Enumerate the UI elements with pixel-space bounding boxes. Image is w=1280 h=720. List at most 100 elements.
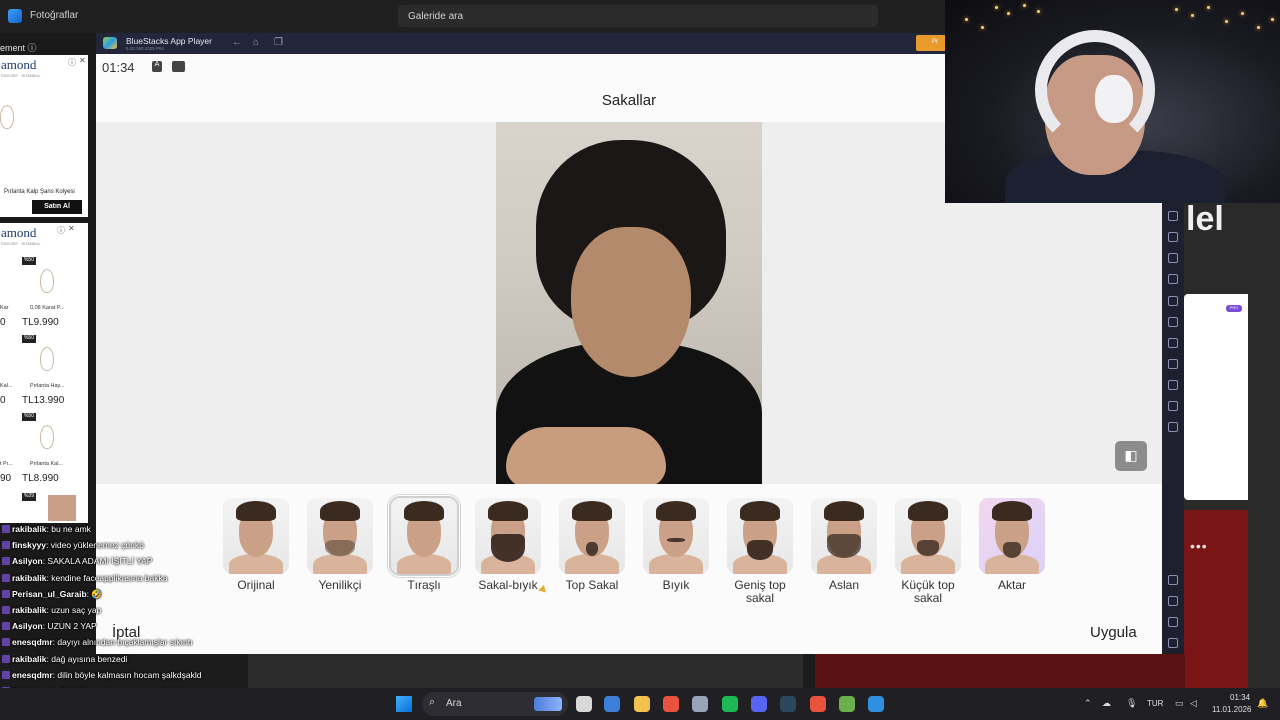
- ad-item-label: Pırlanta Hay...: [30, 383, 65, 389]
- apply-button[interactable]: Uygula: [1090, 624, 1137, 641]
- ad-banner-products[interactable]: amond DSDORF · İSTANBUL ⓘ ✕ %50 Kar 0,08…: [0, 223, 88, 523]
- compare-button[interactable]: ◧: [1115, 441, 1147, 471]
- language-indicator[interactable]: TUR: [1147, 699, 1163, 708]
- light-bulb: [965, 18, 968, 21]
- background-heading: lel: [1186, 200, 1224, 238]
- edited-photo[interactable]: [496, 122, 762, 484]
- thumbnail-beard: [827, 534, 861, 558]
- clock-date[interactable]: 11.01.2026: [1212, 705, 1251, 714]
- beard-style-thumbnail: [727, 498, 793, 574]
- folder-icon: [172, 61, 185, 72]
- chat-message: rakibalik: uzun saç yap: [2, 605, 101, 615]
- toolbar-screenshot-icon[interactable]: [1168, 232, 1178, 242]
- pendant-image: [40, 425, 54, 449]
- microphone-icon[interactable]: 🎙: [1126, 698, 1137, 709]
- toolbar-back-icon[interactable]: [1168, 596, 1178, 606]
- thumbnail-hair: [908, 501, 948, 521]
- chat-username: enesqdmr: [12, 637, 53, 648]
- light-bulb: [1007, 12, 1010, 15]
- ad-item-label: Pırlanta Kal...: [30, 461, 64, 467]
- beard-style-option[interactable]: Yenilikçi: [300, 498, 380, 592]
- light-bulb: [1257, 26, 1260, 29]
- steam-icon[interactable]: [780, 696, 796, 712]
- toolbar-settings-icon[interactable]: [1168, 575, 1178, 585]
- ad-close-icon[interactable]: ✕: [79, 56, 86, 65]
- ad-info-icon[interactable]: ⓘ: [68, 57, 76, 68]
- chat-username: rakibalik: [12, 572, 47, 583]
- back-icon[interactable]: ←: [232, 37, 242, 48]
- thumbnail-neck: [313, 554, 367, 574]
- beard-style-option[interactable]: Aktar: [972, 498, 1052, 592]
- recent-apps-icon[interactable]: ❐: [274, 37, 283, 48]
- beard-style-thumbnail: [643, 498, 709, 574]
- home-icon[interactable]: ⌂: [253, 37, 259, 48]
- cloud-icon[interactable]: ☁: [1102, 698, 1111, 709]
- toolbar-media-icon[interactable]: [1168, 274, 1178, 284]
- toolbar-home-icon[interactable]: [1168, 617, 1178, 627]
- start-button-icon[interactable]: [396, 696, 412, 712]
- toolbar-macro-icon[interactable]: [1168, 211, 1178, 221]
- twitch-badge-icon: [2, 557, 10, 566]
- spotify-icon[interactable]: [722, 696, 738, 712]
- beard-style-option[interactable]: Geniş top sakal: [720, 498, 800, 605]
- beard-style-option[interactable]: Bıyık: [636, 498, 716, 592]
- thumbnail-hair: [488, 501, 528, 521]
- chat-message: Asilyon: SAKALA ADAMI İŞİTLİ YAP: [2, 556, 152, 566]
- beard-style-option[interactable]: Tıraşlı: [384, 496, 464, 592]
- toolbar-recents-icon[interactable]: [1168, 638, 1178, 648]
- gallery-search-input[interactable]: Galeride ara: [398, 5, 878, 27]
- taskbar-search[interactable]: ⌕ Ara: [422, 692, 568, 716]
- buy-button[interactable]: Satın Al: [32, 200, 82, 214]
- twitch-badge-icon: [2, 670, 10, 679]
- toolbar-sync-icon[interactable]: [1168, 401, 1178, 411]
- toolbar-layers-icon[interactable]: [1168, 380, 1178, 390]
- info-icon[interactable]: ⓘ: [28, 43, 37, 53]
- discord-icon[interactable]: [751, 696, 767, 712]
- photos-icon[interactable]: [868, 696, 884, 712]
- more-icon[interactable]: •••: [1190, 538, 1208, 554]
- ad-banner-top[interactable]: amond DSDORF · İSTANBUL Pırlanta Kalp Şa…: [0, 55, 88, 217]
- ad-close-icon-2[interactable]: ✕: [68, 224, 75, 233]
- background-red-strip: [815, 654, 1185, 688]
- ad-info-icon-2[interactable]: ⓘ: [57, 225, 65, 236]
- beard-style-option[interactable]: Sakal-bıyık: [468, 498, 548, 592]
- beard-style-option[interactable]: Küçük top sakal: [888, 498, 968, 605]
- folder-icon[interactable]: [634, 696, 650, 712]
- thumbnail-beard: [586, 542, 598, 556]
- promo-button[interactable]: Pr: [916, 35, 946, 51]
- chat-message: enesqdmr: dilin böyle kalmasın hocam şal…: [2, 670, 201, 680]
- toolbar-controls-icon[interactable]: [1168, 296, 1178, 306]
- beard-style-label: Tıraşlı: [407, 578, 441, 592]
- thumbnail-beard: [491, 534, 525, 562]
- bluestacks-icon[interactable]: [839, 696, 855, 712]
- beard-style-option[interactable]: Top Sakal: [552, 498, 632, 592]
- toolbar-location-icon[interactable]: [1168, 359, 1178, 369]
- thumbnail-hair: [404, 501, 444, 521]
- taskbar-search-label: Ara: [446, 698, 462, 709]
- chrome-icon[interactable]: [663, 696, 679, 712]
- toolbar-record-icon[interactable]: [1168, 253, 1178, 263]
- thumbnail-hair: [740, 501, 780, 521]
- toolbar-more-icon[interactable]: [1168, 422, 1178, 432]
- ad-price: 0: [0, 395, 6, 406]
- chevron-up-icon[interactable]: ⌃: [1084, 698, 1092, 709]
- chat-username: finskyyy: [12, 540, 47, 551]
- search-icon: ⌕: [429, 696, 436, 708]
- clock-time[interactable]: 01:34: [1230, 693, 1250, 702]
- chrome-icon[interactable]: [810, 696, 826, 712]
- network-icon[interactable]: ▭: [1175, 698, 1184, 709]
- store-icon[interactable]: [604, 696, 620, 712]
- steam-icon[interactable]: [692, 696, 708, 712]
- chat-username: rakibalik: [12, 653, 47, 664]
- beard-style-option[interactable]: Aslan: [804, 498, 884, 592]
- chat-text: : dilin böyle kalmasın hocam şalkdşakld: [52, 669, 202, 680]
- thumbnail-beard: [917, 540, 939, 556]
- chat-text: : uzun saç yap: [46, 605, 102, 615]
- light-bulb: [1023, 4, 1026, 7]
- toolbar-eco-icon[interactable]: [1168, 338, 1178, 348]
- file-explorer-icon[interactable]: [576, 696, 592, 712]
- volume-icon[interactable]: ◁: [1190, 698, 1197, 709]
- toolbar-apk-icon[interactable]: [1168, 317, 1178, 327]
- notification-icon[interactable]: 🔔: [1257, 698, 1268, 709]
- ad-item-label: t Pı...: [0, 461, 13, 467]
